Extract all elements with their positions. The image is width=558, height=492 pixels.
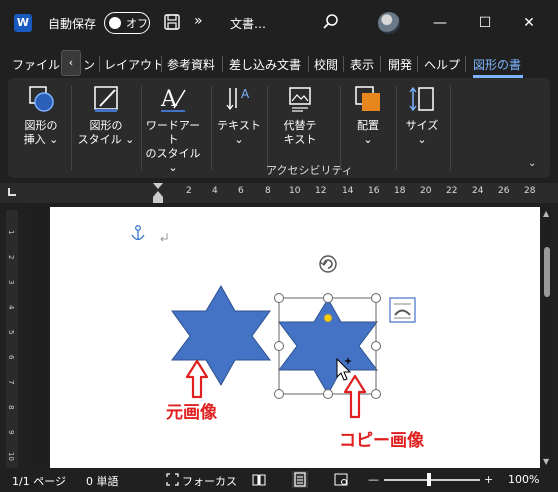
layout-options-icon[interactable] [389,297,416,323]
zoom-out-button[interactable]: — [368,473,379,486]
adjustment-handle[interactable] [323,313,333,323]
zoom-slider-thumb[interactable] [427,473,431,486]
original-star-shape[interactable] [171,285,271,386]
anchor-icon [131,225,145,241]
focus-button[interactable]: フォーカス [182,473,237,489]
scroll-up-icon[interactable]: ▲ [543,209,549,218]
page-count[interactable]: 1/1 ページ [12,473,66,489]
red-arrow-copy [343,374,367,419]
red-arrow-original [185,359,209,399]
zoom-in-button[interactable]: + [484,473,493,486]
zoom-level[interactable]: 100% [508,473,539,486]
word-count[interactable]: 0 単語 [86,473,119,489]
read-mode-icon[interactable] [252,473,266,486]
zoom-slider-track[interactable] [384,479,480,481]
scroll-thumb[interactable] [544,247,550,297]
copy-image-label: コピー画像 [339,431,424,451]
web-layout-icon[interactable] [334,473,348,486]
shapes-layer [131,225,416,419]
print-layout-icon[interactable] [292,471,308,488]
original-image-label: 元画像 [166,403,217,423]
focus-icon[interactable] [166,473,179,486]
paragraph-mark-icon [160,233,168,242]
vertical-scrollbar[interactable]: ▲ ▼ [542,207,554,468]
copy-star-shape[interactable] [278,298,378,396]
scroll-down-icon[interactable]: ▼ [543,457,549,466]
rotate-handle-icon[interactable] [319,255,337,273]
status-bar: 1/1 ページ 0 単語 フォーカス — + 100% [0,468,558,492]
